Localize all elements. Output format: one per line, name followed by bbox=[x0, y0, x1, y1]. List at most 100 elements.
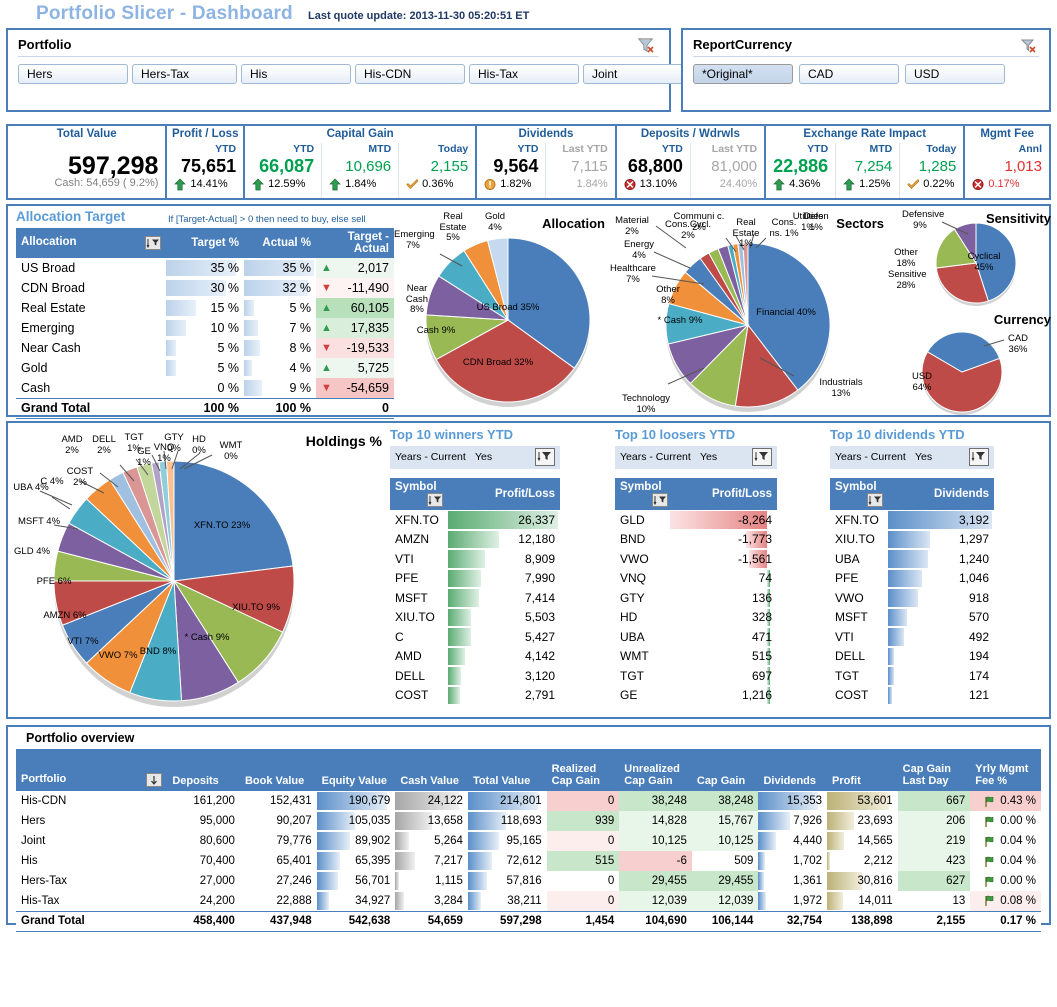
overview-capgain: 29,455 bbox=[692, 871, 759, 891]
sort-filter-icon[interactable] bbox=[652, 493, 668, 507]
pie-slice-label: Defensive 9% bbox=[902, 210, 938, 231]
value: 3,192 bbox=[893, 513, 989, 527]
portfolio-slicer-item-joint[interactable]: Joint bbox=[583, 64, 693, 84]
pie-slice-label: HD 0% bbox=[186, 435, 212, 456]
symbol: GTY bbox=[615, 588, 673, 608]
pie-slice-label: Real Estate 5% bbox=[432, 212, 474, 244]
grand-total-name: Grand Total bbox=[16, 398, 166, 418]
triangle-down-icon: ▼ bbox=[321, 342, 332, 354]
top10-col-header: Dividends bbox=[888, 478, 994, 510]
value: 0.00 % bbox=[1000, 815, 1036, 827]
clear-filter-icon[interactable] bbox=[637, 36, 655, 54]
clear-filter-icon[interactable] bbox=[1019, 36, 1037, 54]
years-slicer[interactable]: Years - CurrentYes bbox=[830, 446, 994, 469]
portfolio-slicer-item-hers[interactable]: Hers bbox=[18, 64, 128, 84]
value: 1,046 bbox=[893, 571, 989, 585]
slicer-filter-icon[interactable] bbox=[752, 448, 772, 466]
value: 35 % bbox=[171, 261, 239, 275]
allocation-target: 0 % bbox=[166, 378, 244, 398]
table-row: MSFT7,414 bbox=[390, 588, 560, 608]
divider bbox=[693, 56, 1039, 57]
symbol: TGT bbox=[615, 666, 673, 686]
symbol: UBA bbox=[615, 627, 673, 647]
triangle-up-icon: ▲ bbox=[321, 262, 332, 274]
value-cell: 1,240 bbox=[888, 549, 994, 569]
kpi-percent: 0.22% bbox=[907, 177, 956, 191]
value: 32 % bbox=[249, 281, 311, 295]
kpi-value: 75,651 bbox=[181, 156, 236, 177]
pie-slice-label: Sensitive 28% bbox=[888, 270, 924, 291]
table-row: His70,40065,40165,3957,21772,612515-6509… bbox=[16, 851, 1041, 871]
kpi-group-title: Capital Gain bbox=[245, 126, 475, 143]
value: 95,165 bbox=[473, 835, 542, 847]
value: 14,011 bbox=[832, 895, 893, 907]
kpi-percent-value: 1.82% bbox=[500, 178, 531, 190]
table-row: XIU.TO1,297 bbox=[830, 530, 994, 550]
symbol: VNQ bbox=[615, 569, 673, 589]
value-cell: 194 bbox=[888, 647, 994, 667]
symbol: VTI bbox=[390, 549, 448, 569]
portfolio-slicer[interactable]: Portfolio HersHers-TaxHisHis-CDNHis-TaxJ… bbox=[6, 28, 671, 112]
portfolio-slicer-item-his-cdn[interactable]: His-CDN bbox=[355, 64, 465, 84]
symbol: XFN.TO bbox=[390, 510, 448, 530]
currency-slicer-item-usd[interactable]: USD bbox=[905, 64, 1005, 84]
years-slicer[interactable]: Years - CurrentYes bbox=[390, 446, 560, 469]
value: 5 % bbox=[249, 301, 311, 315]
sort-desc-icon[interactable] bbox=[146, 773, 162, 787]
value-cell: 4,142 bbox=[448, 647, 560, 667]
pie-slice-label: MSFT 4% bbox=[16, 517, 62, 528]
value: 918 bbox=[893, 591, 989, 605]
kpi-percent: 1.84% bbox=[553, 177, 607, 191]
overview-profit: 30,816 bbox=[827, 871, 898, 891]
overview-portfolio: His-Tax bbox=[16, 891, 167, 911]
table-row: COST2,791 bbox=[390, 686, 560, 706]
overview-col-header: Cash Value bbox=[395, 749, 468, 791]
years-slicer-label: Years - Current bbox=[395, 451, 466, 463]
symbol: UBA bbox=[830, 549, 888, 569]
sort-filter-icon[interactable] bbox=[427, 493, 443, 507]
currency-slicer-item-original[interactable]: *Original* bbox=[693, 64, 793, 84]
pie-slice-label: GTY 0% bbox=[160, 433, 188, 454]
table-row: GTY136 bbox=[615, 588, 777, 608]
top10-title: Top 10 dividends YTD bbox=[830, 427, 1042, 442]
sort-filter-icon[interactable] bbox=[867, 493, 883, 507]
value: 174 bbox=[893, 669, 989, 683]
value: 2,791 bbox=[453, 688, 555, 702]
portfolio-slicer-item-his[interactable]: His bbox=[241, 64, 351, 84]
value: -1,561 bbox=[678, 552, 772, 566]
allocation-diff: ▼-54,659 bbox=[316, 378, 394, 398]
slicer-filter-icon[interactable] bbox=[535, 448, 555, 466]
value: 471 bbox=[678, 630, 772, 644]
value: 7 % bbox=[249, 321, 311, 335]
grand-total-profit: 138,898 bbox=[827, 911, 898, 931]
table-row: XFN.TO26,337 bbox=[390, 510, 560, 530]
overview-realized: 0 bbox=[547, 831, 620, 851]
value: 105,035 bbox=[322, 815, 391, 827]
portfolio-slicer-item-his-tax[interactable]: His-Tax bbox=[469, 64, 579, 84]
flag-icon bbox=[983, 875, 996, 888]
allocation-name: Gold bbox=[16, 358, 166, 378]
portfolio-slicer-item-hers-tax[interactable]: Hers-Tax bbox=[132, 64, 237, 84]
kpi-percent-value: 14.41% bbox=[190, 178, 227, 190]
kpi-value: 10,696 bbox=[345, 156, 391, 177]
allocation-actual: 7 % bbox=[244, 318, 316, 338]
kpi-metric: YTD68,80013.10% bbox=[617, 143, 690, 198]
value: 23,693 bbox=[832, 815, 893, 827]
value: 7,990 bbox=[453, 571, 555, 585]
reportcurrency-slicer[interactable]: ReportCurrency *Original*CADUSD bbox=[681, 28, 1051, 112]
kpi-value: 66,087 bbox=[259, 156, 314, 177]
value: 515 bbox=[678, 649, 772, 663]
table-row: AMD4,142 bbox=[390, 647, 560, 667]
pie-slice-label: DELL 2% bbox=[86, 435, 122, 456]
currency-slicer-item-cad[interactable]: CAD bbox=[799, 64, 899, 84]
years-slicer-value: Yes bbox=[700, 451, 717, 463]
kpi-percent-value: 0.36% bbox=[422, 178, 453, 190]
overview-deposits: 80,600 bbox=[167, 831, 240, 851]
slicer-filter-icon[interactable] bbox=[969, 448, 989, 466]
stop-red-icon bbox=[624, 178, 636, 190]
kpi-metric: Today1,2850.22% bbox=[899, 143, 963, 198]
diag-arrow-amber-icon bbox=[907, 178, 919, 190]
years-slicer[interactable]: Years - CurrentYes bbox=[615, 446, 777, 469]
value: 17,835 bbox=[351, 321, 389, 335]
sort-filter-icon[interactable] bbox=[145, 236, 161, 250]
